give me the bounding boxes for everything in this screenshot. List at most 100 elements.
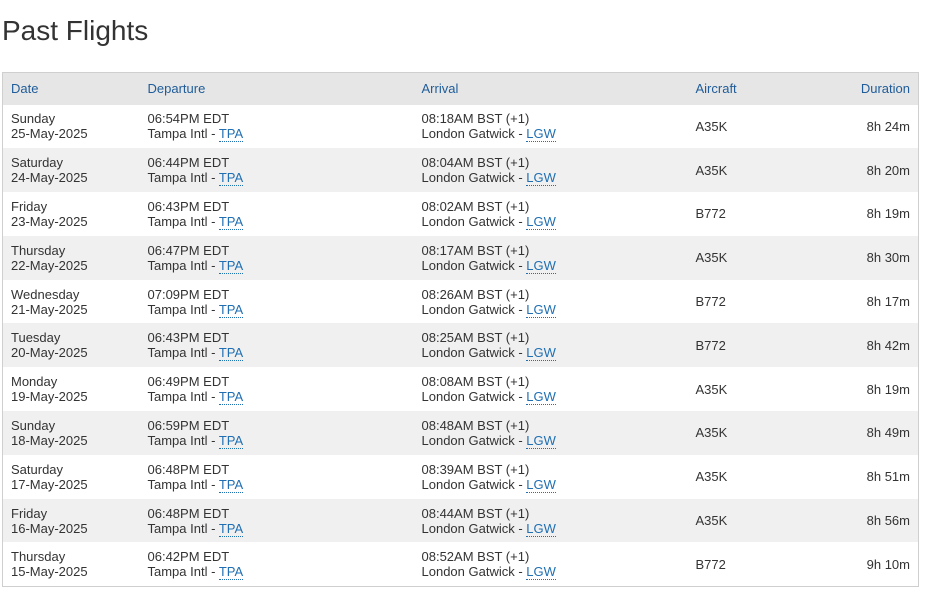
separator: - bbox=[207, 345, 219, 361]
arrival-airport-code-link[interactable]: LGW bbox=[526, 389, 556, 406]
day-label: Saturday bbox=[11, 155, 64, 171]
cell-date: Wednesday 21-May-2025 bbox=[3, 280, 140, 324]
departure-time: 06:54PM EDT bbox=[147, 111, 230, 127]
separator: - bbox=[207, 126, 219, 142]
arrival-airport-name: London Gatwick bbox=[421, 476, 515, 492]
departure-time: 06:42PM EDT bbox=[147, 549, 230, 565]
arrival-airport-name: London Gatwick bbox=[421, 257, 515, 273]
departure-airport-code-link[interactable]: TPA bbox=[218, 564, 244, 581]
arrival-airport: London Gatwick - LGW bbox=[422, 389, 688, 406]
departure-airport-code-link[interactable]: TPA bbox=[218, 432, 244, 449]
cell-date: Friday 23-May-2025 bbox=[3, 192, 140, 236]
cell-aircraft: B772 bbox=[695, 294, 726, 310]
departure-airport-name: Tampa Intl bbox=[147, 301, 208, 317]
table-header: Date Departure Arrival Aircraft Duration bbox=[2, 72, 919, 105]
cell-aircraft: B772 bbox=[695, 556, 726, 572]
cell-duration: 8h 19m bbox=[866, 381, 910, 397]
cell-departure: 06:59PM EDT Tampa Intl - TPA bbox=[140, 411, 414, 455]
separator: - bbox=[207, 432, 219, 448]
departure-airport-code-link[interactable]: TPA bbox=[218, 170, 244, 187]
cell-departure: 06:48PM EDT Tampa Intl - TPA bbox=[140, 499, 414, 543]
cell-arrival: 08:25AM BST (+1) London Gatwick - LGW bbox=[414, 323, 688, 367]
arrival-airport: London Gatwick - LGW bbox=[422, 301, 688, 318]
arrival-airport-code-link[interactable]: LGW bbox=[526, 170, 556, 187]
departure-airport-code-link[interactable]: TPA bbox=[218, 476, 244, 493]
departure-airport-name: Tampa Intl bbox=[147, 213, 208, 229]
cell-duration: 9h 10m bbox=[866, 556, 910, 572]
arrival-time: 08:08AM BST (+1) bbox=[421, 374, 530, 390]
column-header-aircraft: Aircraft bbox=[695, 81, 737, 97]
day-label: Thursday bbox=[11, 549, 66, 565]
departure-time: 06:48PM EDT bbox=[147, 505, 230, 521]
departure-time: 06:44PM EDT bbox=[147, 155, 230, 171]
cell-arrival: 08:52AM BST (+1) London Gatwick - LGW bbox=[414, 542, 688, 586]
separator: - bbox=[514, 432, 527, 448]
cell-departure: 07:09PM EDT Tampa Intl - TPA bbox=[140, 280, 414, 324]
arrival-airport-code-link[interactable]: LGW bbox=[526, 432, 556, 449]
table-row: Thursday 22-May-2025 06:47PM EDT Tampa Intl… bbox=[2, 235, 919, 280]
separator: - bbox=[207, 476, 219, 492]
arrival-airport-code-link[interactable]: LGW bbox=[526, 564, 556, 581]
arrival-airport-code-link[interactable]: LGW bbox=[526, 213, 556, 230]
departure-airport-code-link[interactable]: TPA bbox=[218, 126, 244, 143]
departure-airport-code-link[interactable]: TPA bbox=[218, 257, 244, 274]
cell-duration: 8h 51m bbox=[866, 469, 910, 485]
date-label: 22-May-2025 bbox=[11, 257, 88, 273]
departure-airport-code-link[interactable]: TPA bbox=[218, 345, 244, 362]
cell-arrival: 08:44AM BST (+1) London Gatwick - LGW bbox=[414, 499, 688, 543]
departure-airport-name: Tampa Intl bbox=[147, 170, 208, 186]
cell-arrival: 08:04AM BST (+1) London Gatwick - LGW bbox=[414, 148, 688, 192]
arrival-airport-code-link[interactable]: LGW bbox=[526, 126, 556, 143]
arrival-airport-code-link[interactable]: LGW bbox=[526, 301, 556, 318]
cell-arrival: 08:08AM BST (+1) London Gatwick - LGW bbox=[414, 367, 688, 411]
date-label: 20-May-2025 bbox=[11, 345, 88, 361]
departure-airport-code-link[interactable]: TPA bbox=[218, 301, 244, 318]
cell-aircraft: A35K bbox=[695, 162, 728, 178]
date-label: 18-May-2025 bbox=[11, 432, 88, 448]
arrival-airport-code-link[interactable]: LGW bbox=[526, 520, 556, 537]
arrival-airport: London Gatwick - LGW bbox=[422, 345, 688, 362]
date-label: 15-May-2025 bbox=[11, 564, 88, 580]
cell-date: Tuesday 20-May-2025 bbox=[3, 323, 140, 367]
departure-time: 06:49PM EDT bbox=[147, 374, 230, 390]
day-label: Tuesday bbox=[11, 330, 61, 346]
separator: - bbox=[514, 345, 527, 361]
arrival-airport-name: London Gatwick bbox=[421, 170, 515, 186]
table-body: Sunday 25-May-2025 06:54PM EDT Tampa Intl -… bbox=[2, 105, 919, 587]
arrival-time: 08:39AM BST (+1) bbox=[421, 461, 530, 477]
separator: - bbox=[207, 520, 219, 536]
departure-airport: Tampa Intl - TPA bbox=[147, 213, 414, 230]
cell-arrival: 08:48AM BST (+1) London Gatwick - LGW bbox=[414, 411, 688, 455]
cell-duration: 8h 42m bbox=[866, 337, 910, 353]
departure-airport-code-link[interactable]: TPA bbox=[218, 213, 244, 230]
arrival-airport-name: London Gatwick bbox=[421, 126, 515, 142]
cell-aircraft: A35K bbox=[695, 381, 728, 397]
arrival-airport: London Gatwick - LGW bbox=[421, 126, 688, 143]
cell-departure: 06:43PM EDT Tampa Intl - TPA bbox=[140, 323, 414, 367]
departure-airport-name: Tampa Intl bbox=[147, 432, 208, 448]
cell-departure: 06:48PM EDT Tampa Intl - TPA bbox=[140, 455, 414, 499]
arrival-airport-code-link[interactable]: LGW bbox=[526, 345, 556, 362]
departure-airport: Tampa Intl - TPA bbox=[148, 345, 414, 362]
arrival-airport-name: London Gatwick bbox=[421, 520, 515, 536]
separator: - bbox=[514, 564, 527, 580]
departure-time: 06:43PM EDT bbox=[147, 330, 230, 346]
departure-time: 06:48PM EDT bbox=[147, 461, 230, 477]
arrival-airport: London Gatwick - LGW bbox=[422, 564, 688, 581]
arrival-airport-code-link[interactable]: LGW bbox=[526, 257, 556, 274]
departure-airport-code-link[interactable]: TPA bbox=[218, 389, 244, 406]
departure-airport-code-link[interactable]: TPA bbox=[218, 520, 244, 537]
arrival-airport: London Gatwick - LGW bbox=[422, 213, 688, 230]
cell-arrival: 08:26AM BST (+1) London Gatwick - LGW bbox=[414, 280, 688, 324]
cell-date: Friday 16-May-2025 bbox=[3, 499, 140, 543]
past-flights-table: Date Departure Arrival Aircraft Duration… bbox=[2, 72, 919, 587]
date-label: 24-May-2025 bbox=[11, 170, 88, 186]
departure-airport: Tampa Intl - TPA bbox=[148, 389, 414, 406]
arrival-airport: London Gatwick - LGW bbox=[421, 476, 688, 493]
day-label: Wednesday bbox=[11, 286, 80, 302]
separator: - bbox=[207, 257, 219, 273]
cell-arrival: 08:18AM BST (+1) London Gatwick - LGW bbox=[414, 105, 688, 149]
arrival-airport-code-link[interactable]: LGW bbox=[526, 476, 556, 493]
cell-duration: 8h 17m bbox=[866, 294, 910, 310]
column-header-date: Date bbox=[11, 81, 39, 97]
